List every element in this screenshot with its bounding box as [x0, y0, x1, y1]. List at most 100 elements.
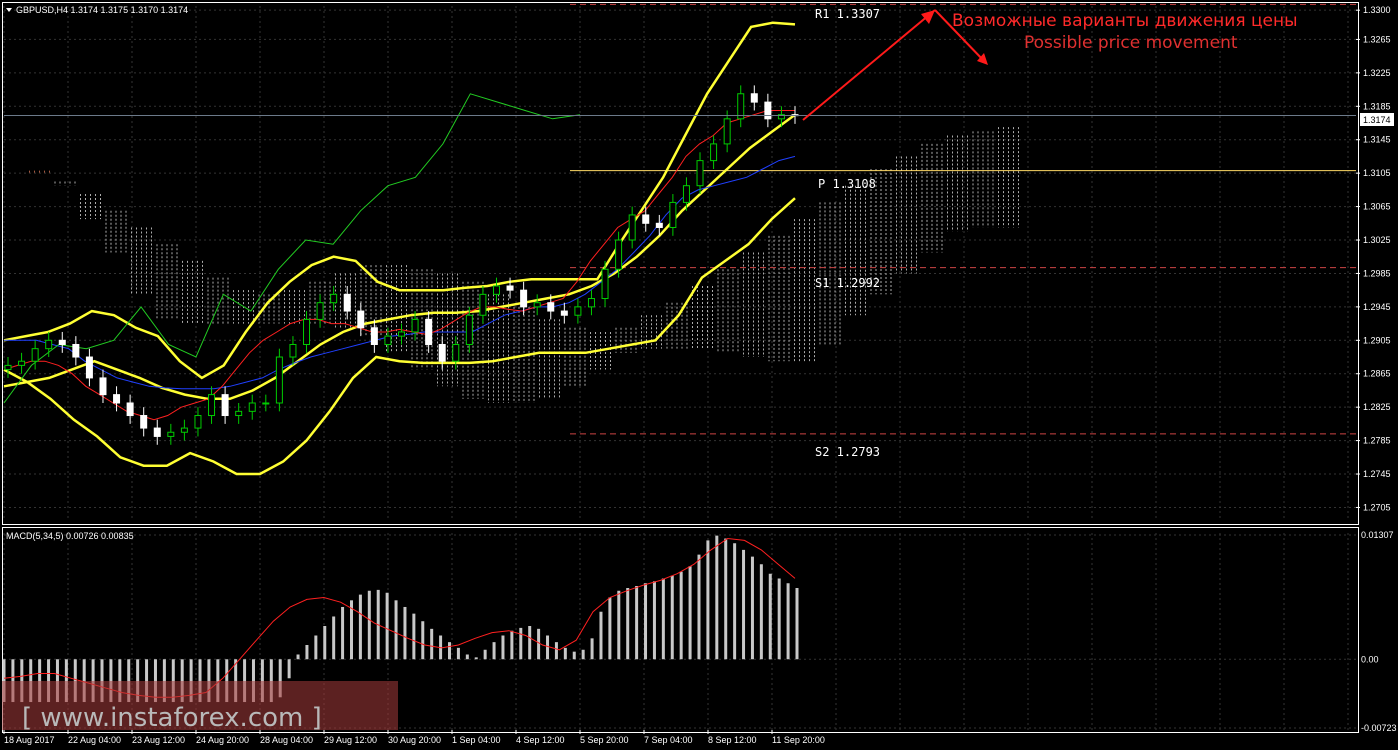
trading-chart: 1.3300 1.3265 1.3225 1.3185 1.3145 1.3105 1.30…: [2, 2, 1397, 745]
candle-body: [547, 302, 555, 312]
price-tick-label: 1.3145: [1363, 135, 1391, 145]
candle-body: [208, 394, 216, 417]
candle-body: [682, 185, 690, 203]
candle-body: [275, 356, 283, 404]
candle-body: [723, 118, 731, 145]
candle-body: [330, 293, 338, 304]
candle-body: [221, 394, 229, 417]
candle-body: [615, 239, 623, 270]
candle-body: [669, 201, 677, 228]
level-label-s2: S2 1.2793: [815, 445, 880, 459]
pivot-levels: [570, 3, 1356, 435]
candle-body: [574, 306, 582, 316]
candle-body: [248, 402, 256, 412]
watermark-text: [ www.instaforex.com ]: [22, 703, 322, 733]
watermark: [ www.instaforex.com ]: [2, 681, 398, 733]
candle-body: [167, 431, 175, 437]
candle-body: [452, 343, 460, 362]
candle-body: [262, 402, 270, 405]
current-price-label: 1.3174: [1363, 115, 1391, 125]
candle-body: [696, 160, 704, 187]
annotation-ru: Возможные варианты движения цены: [952, 11, 1298, 31]
candle-body: [357, 310, 365, 329]
price-tick-label: 1.2705: [1363, 502, 1391, 512]
price-tick-label: 1.2865: [1363, 369, 1391, 379]
annotation-en: Possible price movement: [1024, 33, 1238, 53]
candle-body: [72, 343, 80, 358]
candle-body: [492, 285, 500, 295]
candle-body: [506, 285, 514, 291]
time-tick-label: 30 Aug 20:00: [388, 735, 441, 745]
time-tick-label: 29 Aug 12:00: [324, 735, 377, 745]
time-tick-label: 28 Aug 04:00: [260, 735, 313, 745]
candle-body: [764, 101, 772, 120]
candle-body: [398, 331, 405, 337]
candle-body: [126, 402, 134, 417]
price-tick-label: 1.2745: [1363, 469, 1391, 479]
price-tick-label: 1.2825: [1363, 402, 1391, 412]
candle-body: [85, 356, 93, 379]
time-tick-label: 7 Sep 04:00: [644, 735, 693, 745]
bollinger-upper-line: [3, 21, 796, 380]
candle-body: [45, 339, 53, 350]
candle-body: [180, 427, 188, 433]
candle-body: [113, 394, 121, 404]
price-tick-label: 1.3185: [1363, 101, 1391, 111]
candle-body: [425, 318, 433, 345]
candle-body: [316, 302, 324, 320]
time-tick-label: 18 Aug 2017: [4, 735, 55, 745]
candle-body: [58, 339, 66, 345]
candle-body: [384, 335, 392, 345]
candle-body: [343, 293, 351, 312]
candle-body: [4, 364, 12, 371]
macd-indicator: [2, 535, 799, 703]
candle-body: [140, 415, 148, 429]
time-tick-label: 24 Aug 20:00: [196, 735, 249, 745]
price-tick-label: 1.3225: [1363, 68, 1391, 78]
candle-body: [520, 289, 528, 308]
time-tick-label: 11 Sep 20:00: [772, 735, 825, 745]
menu-triangle-icon[interactable]: [6, 8, 12, 12]
level-label-s1: S1 1.2992: [815, 276, 880, 290]
price-tick-label: 1.2985: [1363, 268, 1391, 278]
price-tick-label: 1.3065: [1363, 202, 1391, 212]
candle-body: [370, 327, 378, 345]
price-tick-label: 1.3300: [1363, 5, 1391, 15]
ichimoku-cloud: [29, 127, 1019, 403]
price-tick-label: 1.3265: [1363, 34, 1391, 44]
candle-body: [710, 143, 718, 162]
price-tick-label: 1.3025: [1363, 235, 1391, 245]
candle-body: [560, 310, 568, 316]
current-price-badge: 1.3174: [1360, 113, 1394, 126]
candle-body: [750, 93, 758, 103]
candle-body: [533, 302, 541, 308]
candle-body: [655, 222, 663, 228]
time-tick-label: 8 Sep 12:00: [708, 735, 757, 745]
level-label-r1: R1 1.3307: [815, 7, 880, 21]
candle-body: [601, 268, 609, 300]
candle-body: [411, 318, 419, 333]
price-tick-label: 1.2945: [1363, 302, 1391, 312]
level-label-p: P 1.3108: [818, 177, 876, 191]
time-tick-label: 4 Sep 12:00: [516, 735, 565, 745]
candle-body: [479, 293, 487, 316]
price-tick-label: 1.3105: [1363, 168, 1391, 178]
kijun-line: [4, 155, 796, 390]
macd-header: MACD(5,34,5) 0.00726 0.00835: [6, 531, 134, 541]
macd-tick-label: 0.01307: [1361, 530, 1394, 540]
main-panel-frame: [2, 2, 1359, 525]
time-tick-label: 1 Sep 04:00: [452, 735, 501, 745]
candle-body: [642, 214, 650, 224]
candle-body: [235, 410, 243, 417]
candle-body: [628, 214, 636, 241]
candle-body: [438, 343, 446, 362]
candle-body: [18, 360, 26, 366]
macd-tick-label: 0.00: [1361, 654, 1379, 664]
candle-body: [303, 318, 311, 345]
candle-body: [465, 314, 473, 345]
symbol-header: GBPUSD,H4 1.3174 1.3175 1.3170 1.3174: [16, 5, 188, 15]
price-tick-label: 1.2785: [1363, 436, 1391, 446]
indicator-lines: [3, 21, 796, 476]
bollinger-middle-line: [3, 113, 796, 401]
time-tick-label: 22 Aug 04:00: [68, 735, 121, 745]
